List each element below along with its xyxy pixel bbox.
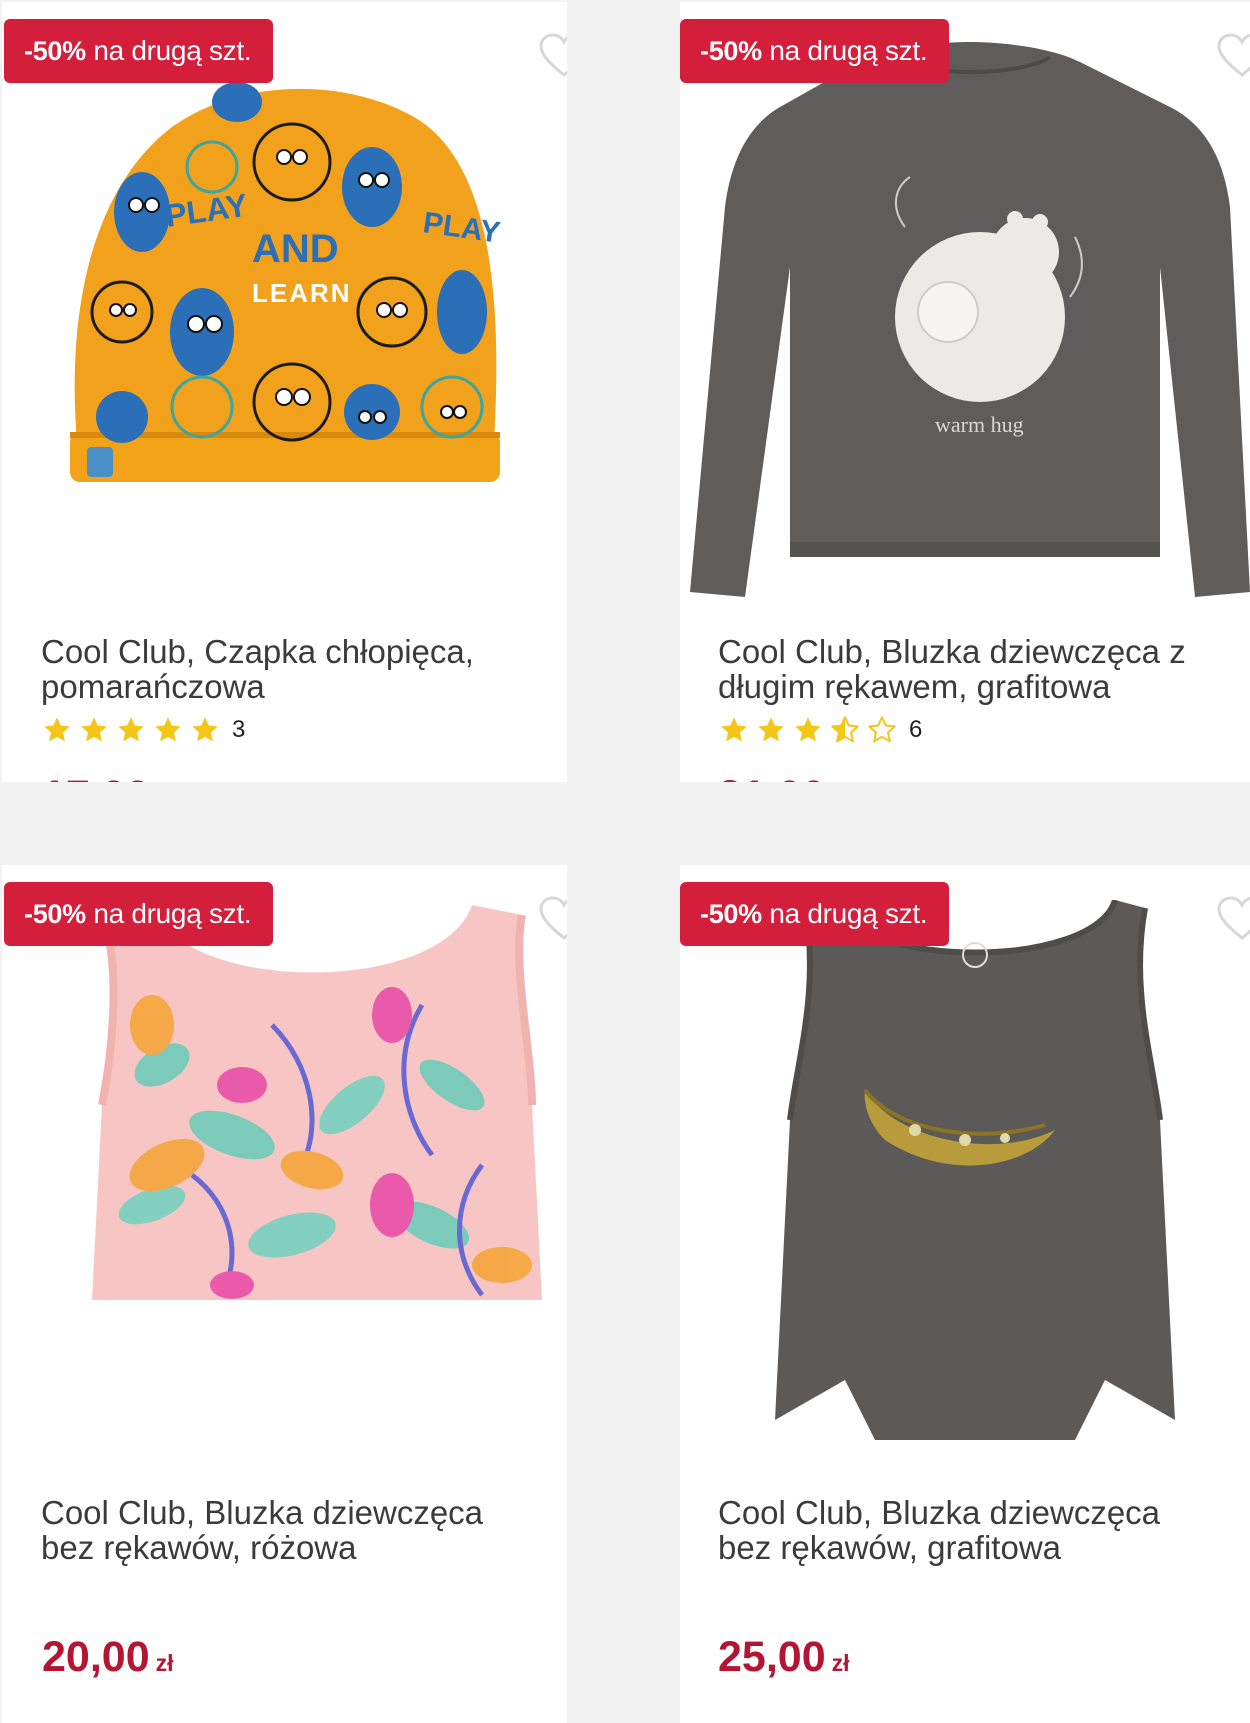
heart-icon[interactable] (538, 895, 567, 941)
promo-badge-text: na drugą szt. (85, 898, 252, 929)
product-price: 21,00zł (718, 772, 850, 782)
product-image[interactable] (92, 905, 542, 1310)
promo-badge-text: na drugą szt. (85, 35, 252, 66)
rating-count: 3 (232, 716, 246, 743)
product-title[interactable]: Cool Club, Czapka chłopięca, pomarańczow… (41, 634, 537, 704)
product-title[interactable]: Cool Club, Bluzka dziewczęca z długim rę… (718, 634, 1220, 704)
product-title[interactable]: Cool Club, Bluzka dziewczęca bez rękawów… (41, 1495, 537, 1565)
product-image[interactable]: warm hug (690, 37, 1250, 597)
tank-top-graphite-illustration (775, 898, 1175, 1440)
rating-stars (42, 715, 220, 745)
price-currency: zł (155, 1650, 174, 1676)
product-price: 20,00 zł (42, 1633, 174, 1682)
product-card[interactable]: warm hug -50% na drugą szt. Cool Club, B… (680, 2, 1250, 782)
print-text-and: AND (252, 227, 339, 271)
star-full-icon (758, 717, 784, 742)
star-full-icon (118, 717, 144, 742)
rating: 6 (719, 714, 922, 746)
price-value: 17,00 (42, 772, 150, 782)
heart-icon[interactable] (1216, 895, 1250, 941)
product-price: 17,00zł (42, 772, 174, 782)
price-value: 21,00 (718, 772, 826, 782)
star-half-icon (831, 716, 859, 743)
product-card[interactable]: -50% na drugą szt. Cool Club, Bluzka dzi… (680, 865, 1250, 1723)
star-full-icon (155, 717, 181, 742)
rating-count: 6 (909, 716, 923, 743)
print-text: warm hug (935, 412, 1024, 437)
rating-stars (719, 715, 897, 745)
promo-badge: -50% na drugą szt. (680, 882, 950, 946)
promo-badge: -50% na drugą szt. (4, 19, 274, 83)
product-card[interactable]: PLAY AND LEARN PLAY -50% na drugą szt. C… (2, 2, 567, 782)
promo-badge-percent: -50% (24, 899, 86, 929)
heart-icon[interactable] (1216, 32, 1250, 78)
star-full-icon (795, 717, 821, 742)
print-text-learn: LEARN (252, 278, 352, 308)
product-image[interactable]: PLAY AND LEARN PLAY (62, 72, 512, 492)
rating: 3 (42, 714, 245, 746)
star-empty-icon (868, 716, 896, 743)
price-value: 20,00 (42, 1633, 150, 1681)
sweatshirt-illustration: warm hug (690, 42, 1250, 597)
promo-badge-percent: -50% (700, 899, 762, 929)
star-full-icon (44, 717, 70, 742)
price-currency: zł (831, 1650, 850, 1676)
star-full-icon (192, 717, 218, 742)
product-price: 25,00 zł (718, 1633, 850, 1682)
promo-badge-percent: -50% (700, 36, 762, 66)
promo-badge-text: na drugą szt. (761, 35, 928, 66)
heart-icon[interactable] (538, 32, 567, 78)
star-full-icon (81, 717, 107, 742)
promo-badge: -50% na drugą szt. (4, 882, 274, 946)
product-card[interactable]: -50% na drugą szt. Cool Club, Bluzka dzi… (2, 865, 567, 1723)
price-value: 25,00 (718, 1633, 826, 1681)
star-full-icon (721, 717, 747, 742)
promo-badge-text: na drugą szt. (761, 898, 928, 929)
promo-badge: -50% na drugą szt. (680, 19, 950, 83)
product-image[interactable] (775, 898, 1175, 1445)
promo-badge-percent: -50% (24, 36, 86, 66)
product-title[interactable]: Cool Club, Bluzka dziewczęca bez rękawów… (718, 1495, 1220, 1565)
tank-top-pink-illustration (92, 905, 542, 1300)
beanie-illustration: PLAY AND LEARN PLAY (70, 82, 502, 482)
